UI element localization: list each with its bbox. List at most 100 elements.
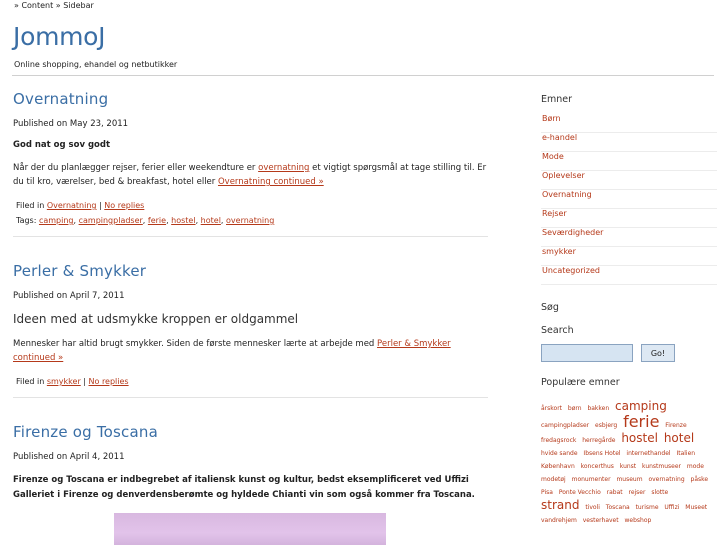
category-link-oplevelser[interactable]: Oplevelser: [542, 171, 585, 180]
category-item: Mode: [541, 152, 717, 171]
category-link[interactable]: Overnatning: [47, 201, 97, 210]
tag-link[interactable]: campingpladser: [79, 216, 143, 225]
tag-cloud-link[interactable]: Ibsens Hotel: [583, 450, 620, 457]
separator: |: [80, 377, 89, 386]
tag-cloud-link[interactable]: Toscana: [606, 504, 630, 511]
tag-link[interactable]: hotel: [201, 216, 221, 225]
replies-link[interactable]: No replies: [104, 201, 144, 210]
tag-cloud-link[interactable]: overnatning: [648, 476, 684, 483]
tag-cloud-link[interactable]: rabat: [607, 489, 623, 496]
post-subtitle: Ideen med at udsmykke kroppen er oldgamm…: [13, 312, 299, 326]
replies-link[interactable]: No replies: [89, 377, 129, 386]
post-divider: [13, 397, 488, 398]
sidebar: Emner Børn e-handel Mode Oplevelser Over…: [541, 94, 717, 527]
tag-link[interactable]: hostel: [171, 216, 195, 225]
post-title[interactable]: Perler & Smykker: [13, 262, 491, 280]
category-link-sevaerdigheder[interactable]: Seværdigheder: [542, 228, 603, 237]
category-link-mode[interactable]: Mode: [542, 152, 564, 161]
search-label: Search: [541, 325, 574, 336]
tag-cloud-link[interactable]: turisme: [636, 504, 659, 511]
category-link[interactable]: smykker: [47, 377, 81, 386]
post-subtitle: God nat og sov godt: [13, 140, 111, 150]
tag-cloud-link[interactable]: campingpladser: [541, 422, 589, 429]
category-item: Seværdigheder: [541, 228, 717, 247]
category-link-smykker[interactable]: smykker: [542, 247, 576, 256]
tags-heading: Populære emner: [541, 377, 620, 388]
search-button[interactable]: Go!: [641, 344, 675, 362]
tag-cloud-link[interactable]: vesterhavet: [583, 517, 619, 524]
post: Perler & Smykker Published on April 7, 2…: [13, 262, 491, 398]
tag-cloud-link[interactable]: rejser: [628, 489, 645, 496]
post: Overnatning Published on May 23, 2011 Go…: [13, 90, 491, 237]
continue-link[interactable]: Overnatning continued »: [218, 177, 324, 187]
filed-label: Filed in: [16, 201, 47, 210]
tag-cloud-link[interactable]: museum: [616, 476, 642, 483]
main-content: Overnatning Published on May 23, 2011 Go…: [13, 90, 491, 545]
inline-link-overnatning[interactable]: overnatning: [258, 163, 309, 173]
tag-cloud-link[interactable]: fredagsrock: [541, 437, 576, 444]
tag-link[interactable]: overnatning: [226, 216, 274, 225]
category-link-e-handel[interactable]: e-handel: [542, 133, 577, 142]
skip-links[interactable]: » Content » Sidebar: [14, 1, 94, 10]
excerpt-text: Når der du planlægger rejser, ferier ell…: [13, 163, 259, 173]
tag-cloud-link[interactable]: strand: [541, 498, 579, 512]
search-form: Go!: [541, 344, 717, 362]
tag-cloud-link[interactable]: internethandel: [626, 450, 670, 457]
header-divider: [12, 75, 714, 76]
category-item: Børn: [541, 114, 717, 133]
post-divider: [13, 236, 488, 237]
post-date: Published on April 7, 2011: [13, 291, 125, 301]
tag-cloud-link[interactable]: børn: [568, 405, 582, 412]
excerpt-text: Mennesker har altid brugt smykker. Siden…: [13, 339, 378, 349]
category-link-born[interactable]: Børn: [542, 114, 561, 123]
tag-cloud-link[interactable]: kunstmuseer: [642, 463, 681, 470]
tag-cloud-link[interactable]: bakken: [587, 405, 609, 412]
tag-cloud-link[interactable]: ferie: [623, 412, 659, 431]
tag-cloud-link[interactable]: camping: [615, 399, 667, 413]
tag-cloud-link[interactable]: herregårde: [582, 437, 615, 444]
tag-cloud-link[interactable]: Italien: [676, 450, 695, 457]
category-link-overnatning[interactable]: Overnatning: [542, 190, 592, 199]
post-excerpt: Når der du planlægger rejser, ferier ell…: [13, 161, 491, 189]
category-item: Uncategorized: [541, 266, 717, 285]
tag-cloud-link[interactable]: hostel: [621, 431, 658, 445]
tag-link[interactable]: camping: [39, 216, 74, 225]
tag-cloud-link[interactable]: hotel: [664, 431, 694, 445]
tag-cloud-link[interactable]: mode: [687, 463, 704, 470]
tag-cloud-link[interactable]: esbjerg: [595, 422, 617, 429]
tag-link[interactable]: ferie: [148, 216, 166, 225]
category-item: Oplevelser: [541, 171, 717, 190]
category-item: e-handel: [541, 133, 717, 152]
post-date: Published on April 4, 2011: [13, 452, 125, 462]
tag-cloud-link[interactable]: tivoli: [585, 504, 600, 511]
tag-list: Tags: camping, campingpladser, ferie, ho…: [16, 216, 275, 225]
post-meta: Filed in smykker | No replies: [13, 374, 491, 389]
tag-cloud-link[interactable]: København: [541, 463, 575, 470]
tag-cloud-link[interactable]: vandrehjem: [541, 517, 577, 524]
category-link-rejser[interactable]: Rejser: [542, 209, 567, 218]
site-title[interactable]: JommoJ: [13, 22, 106, 51]
tag-cloud-link[interactable]: slotte: [651, 489, 668, 496]
category-item: smykker: [541, 247, 717, 266]
category-list: Børn e-handel Mode Oplevelser Overnatnin…: [541, 114, 717, 285]
post-excerpt: Firenze og Toscana er indbegrebet af ita…: [13, 475, 475, 500]
site-tagline: Online shopping, ehandel og netbutikker: [14, 60, 178, 69]
tag-cloud-link[interactable]: årskort: [541, 405, 562, 412]
tag-cloud-link[interactable]: påske: [691, 476, 709, 483]
tag-cloud-link[interactable]: kunst: [620, 463, 636, 470]
tag-cloud: årskort børn bakken camping campingplads…: [541, 400, 715, 527]
tag-cloud-link[interactable]: Firenze: [665, 422, 686, 429]
tag-cloud-link[interactable]: Ponte Vecchio: [559, 489, 601, 496]
tag-cloud-link[interactable]: koncerthus: [581, 463, 614, 470]
tag-cloud-link[interactable]: webshop: [624, 517, 651, 524]
post-title[interactable]: Overnatning: [13, 90, 491, 108]
category-link-uncategorized[interactable]: Uncategorized: [542, 266, 600, 275]
tag-cloud-link[interactable]: Museet: [685, 504, 707, 511]
tag-cloud-link[interactable]: Pisa: [541, 489, 553, 496]
tag-cloud-link[interactable]: hvide sande: [541, 450, 578, 457]
tag-cloud-link[interactable]: Uffizi: [664, 504, 679, 511]
tag-cloud-link[interactable]: modetøj: [541, 476, 566, 483]
post-title[interactable]: Firenze og Toscana: [13, 423, 491, 441]
search-input[interactable]: [541, 344, 633, 362]
tag-cloud-link[interactable]: monumenter: [572, 476, 611, 483]
